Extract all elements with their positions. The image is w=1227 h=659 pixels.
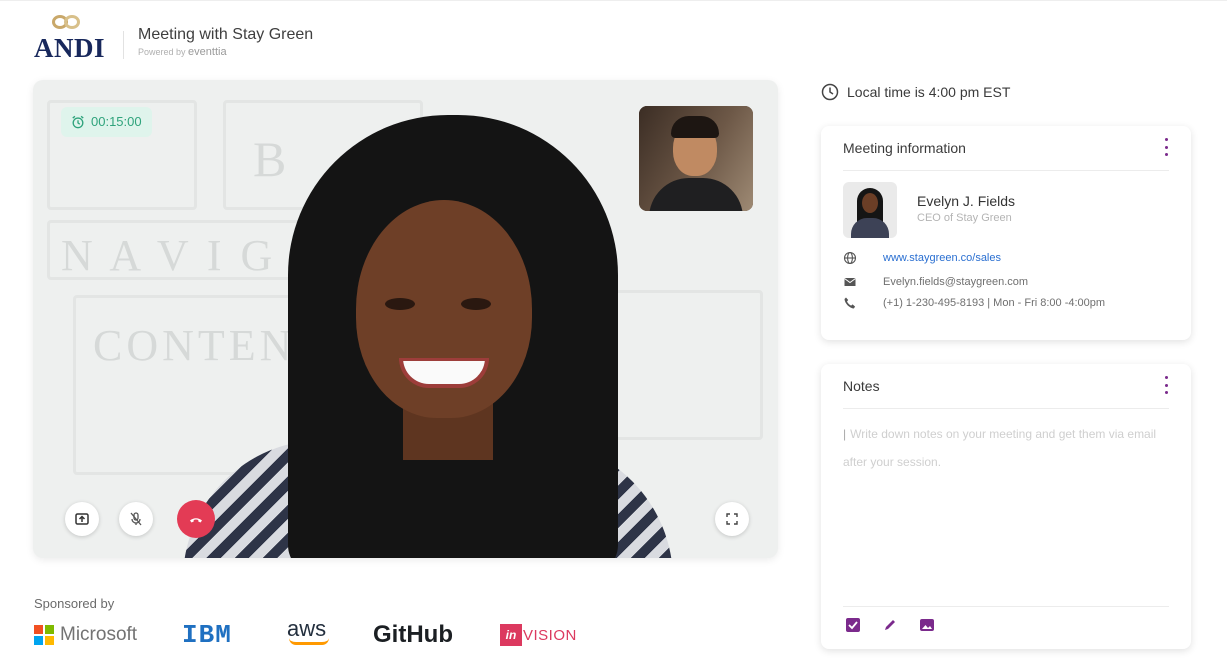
microsoft-logo-icon — [34, 625, 54, 645]
local-time-text: Local time is 4:00 pm EST — [847, 84, 1011, 100]
alarm-clock-icon — [72, 115, 84, 129]
sponsor-name: IBM — [182, 620, 232, 650]
image-icon[interactable] — [919, 617, 935, 633]
phone-text: (+1) 1-230-495-8193 | Mon - Fri 8:00 -4:… — [883, 297, 1106, 309]
logo-rings-icon — [48, 13, 88, 31]
main-video-feed[interactable]: N A V I G CONTENT B 00:15:00 — [33, 80, 778, 558]
contact-role: CEO of Stay Green — [917, 212, 1012, 224]
meeting-info-card: Meeting information Evelyn J. Fields CEO… — [821, 126, 1191, 340]
phone-row: (+1) 1-230-495-8193 | Mon - Fri 8:00 -4:… — [843, 296, 1105, 310]
avatar — [843, 182, 897, 238]
sponsor-aws[interactable]: aws — [287, 614, 329, 645]
card-title: Meeting information — [843, 140, 966, 156]
powered-brand: eventtia — [188, 46, 227, 58]
pen-icon[interactable] — [882, 617, 898, 633]
share-screen-icon — [75, 513, 89, 525]
sponsor-invision[interactable]: in VISION — [500, 620, 577, 650]
sponsored-by-label: Sponsored by — [34, 596, 115, 611]
self-view-video[interactable] — [639, 106, 753, 211]
andi-logo[interactable]: ANDI — [34, 13, 110, 63]
invision-wordmark: VISION — [523, 626, 577, 644]
powered-prefix: Powered by — [138, 47, 186, 57]
notes-menu-icon[interactable] — [1163, 376, 1169, 394]
sponsor-name: GitHub — [373, 621, 453, 648]
notes-placeholder-text: Write down notes on your meeting and get… — [843, 427, 1157, 469]
card-divider — [843, 170, 1169, 171]
mute-button[interactable] — [119, 502, 153, 536]
avatar-face — [862, 193, 878, 213]
participant-eye — [461, 298, 491, 310]
toolbar-divider — [843, 606, 1169, 607]
website-row[interactable]: www.staygreen.co/sales — [843, 251, 1001, 265]
whiteboard-scribble: B — [253, 131, 291, 187]
checkbox-icon[interactable] — [845, 617, 861, 633]
timer-value: 00:15:00 — [91, 114, 142, 129]
end-call-button[interactable] — [177, 500, 215, 538]
whiteboard-scribble: N A V I G — [61, 231, 277, 280]
text-cursor: | — [843, 427, 847, 441]
phone-icon — [844, 297, 856, 309]
self-view-hair — [671, 116, 719, 138]
globe-icon — [843, 251, 857, 265]
local-time: Local time is 4:00 pm EST — [821, 83, 1010, 101]
sponsor-microsoft[interactable]: Microsoft — [34, 620, 137, 650]
clock-icon — [821, 83, 839, 101]
meeting-info-menu-icon[interactable] — [1163, 138, 1169, 156]
logo-text: ANDI — [34, 33, 106, 63]
invision-badge: in — [500, 624, 522, 646]
email-text[interactable]: Evelyn.fields@staygreen.com — [883, 276, 1028, 288]
card-title: Notes — [843, 378, 880, 394]
website-link[interactable]: www.staygreen.co/sales — [883, 252, 1001, 264]
sponsor-name: aws — [287, 616, 327, 641]
powered-by: Powered by eventtia — [138, 46, 227, 58]
sponsor-name: Microsoft — [60, 624, 138, 645]
notes-input[interactable]: | Write down notes on your meeting and ge… — [843, 420, 1173, 476]
app-header: ANDI Meeting with Stay Green Powered by … — [0, 0, 1227, 70]
sponsor-github[interactable]: GitHub — [373, 620, 453, 650]
mute-microphone-icon — [130, 512, 142, 526]
fullscreen-button[interactable] — [715, 502, 749, 536]
end-call-icon — [190, 518, 202, 523]
meeting-title: Meeting with Stay Green — [138, 26, 314, 43]
notes-card: Notes | Write down notes on your meeting … — [821, 364, 1191, 649]
contact-name: Evelyn J. Fields — [917, 193, 1016, 209]
share-screen-button[interactable] — [65, 502, 99, 536]
participant-eye — [385, 298, 415, 310]
card-divider — [843, 408, 1169, 409]
envelope-icon — [844, 278, 856, 286]
fullscreen-icon — [726, 513, 738, 525]
avatar-body — [851, 218, 889, 238]
call-timer: 00:15:00 — [61, 107, 152, 137]
aws-smile-icon — [289, 638, 329, 645]
header-divider — [123, 31, 124, 59]
sponsor-ibm[interactable]: IBM — [182, 620, 232, 650]
email-row[interactable]: Evelyn.fields@staygreen.com — [843, 275, 1028, 289]
